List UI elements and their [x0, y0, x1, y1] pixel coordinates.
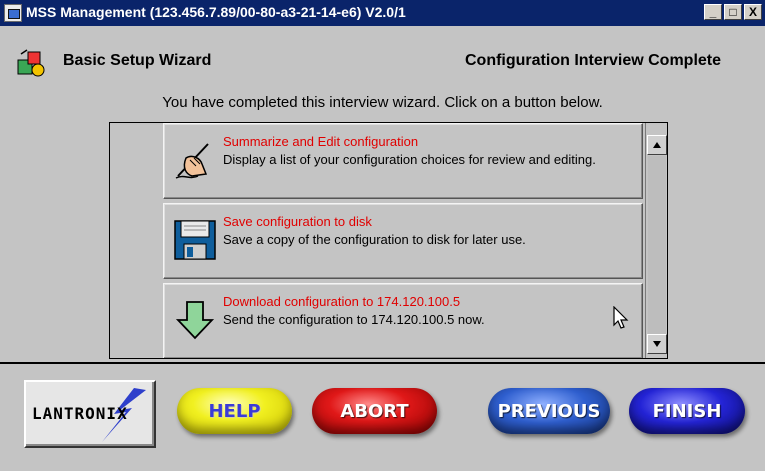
abort-button[interactable]: ABORT — [312, 388, 437, 434]
option-description: Display a list of your configuration cho… — [223, 152, 596, 167]
option-description: Send the configuration to 174.120.100.5 … — [223, 312, 485, 327]
app-icon — [4, 4, 22, 22]
scroll-track[interactable] — [648, 156, 666, 334]
wizard-status: Configuration Interview Complete — [465, 52, 722, 69]
title-bar[interactable]: MSS Management (123.456.7.89/00-80-a3-21… — [0, 0, 765, 26]
option-download-configuration[interactable]: Download configuration to 174.120.100.5 … — [163, 283, 643, 358]
wizard-icon — [17, 49, 45, 77]
close-button[interactable]: X — [744, 4, 762, 20]
lantronix-logo: LANTRONIX — [24, 380, 156, 448]
option-label: Save configuration to disk — [223, 214, 372, 229]
option-summarize-edit[interactable]: Summarize and Edit configuration Display… — [163, 123, 643, 199]
footer-divider — [0, 362, 765, 364]
hand-writing-icon — [175, 143, 209, 179]
window-controls: _ □ X — [704, 4, 762, 20]
scroll-up-button[interactable] — [647, 135, 667, 155]
down-arrow-icon — [175, 301, 215, 340]
finish-button[interactable]: FINISH — [629, 388, 745, 434]
option-label: Summarize and Edit configuration — [223, 134, 419, 149]
option-save-to-disk[interactable]: Save configuration to disk Save a copy o… — [163, 203, 643, 279]
maximize-button[interactable]: □ — [724, 4, 742, 20]
arrow-down-icon — [653, 341, 661, 347]
mouse-cursor-icon — [613, 306, 629, 329]
previous-button[interactable]: PREVIOUS — [488, 388, 610, 434]
logo-text: LANTRONIX — [32, 404, 128, 423]
vertical-scrollbar[interactable] — [645, 123, 667, 358]
minimize-button[interactable]: _ — [704, 4, 722, 20]
option-description: Save a copy of the configuration to disk… — [223, 232, 526, 247]
options-list: Summarize and Edit configuration Display… — [109, 122, 668, 359]
wizard-header: Basic Setup Wizard Configuration Intervi… — [0, 38, 765, 82]
option-label: Download configuration to 174.120.100.5 — [223, 294, 461, 309]
wizard-title: Basic Setup Wizard — [63, 52, 212, 69]
scroll-down-button[interactable] — [647, 334, 667, 354]
arrow-up-icon — [653, 142, 661, 148]
instructions-text: You have completed this interview wizard… — [162, 94, 603, 111]
floppy-disk-icon — [174, 220, 216, 260]
window-title: MSS Management (123.456.7.89/00-80-a3-21… — [26, 4, 406, 20]
help-button[interactable]: HELP — [177, 388, 292, 434]
